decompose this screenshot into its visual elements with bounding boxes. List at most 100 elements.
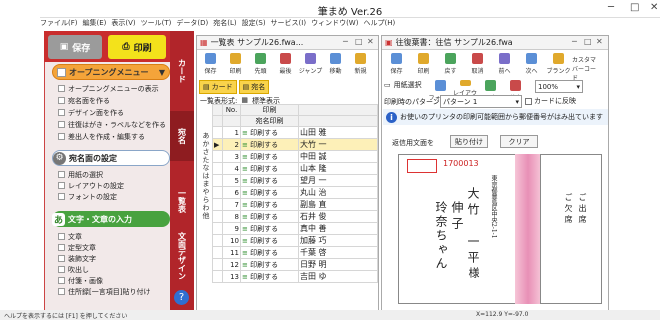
card-front-preview[interactable]: 1700013 東京都豊島区中央2-1-1 大竹 一平 伸子 玲奈ちゃん 様 xyxy=(398,154,516,304)
reply-minimize-icon[interactable]: ─ xyxy=(572,37,577,46)
toolbar-button[interactable]: 次へ xyxy=(518,51,545,79)
row-print-status[interactable]: ≡ 印刷する xyxy=(240,162,299,175)
paste-button[interactable]: 貼り付け xyxy=(450,135,488,148)
opening-menu-item[interactable]: 往復はがき・ラベルなどを作る xyxy=(58,119,166,130)
opening-menu-item[interactable]: 差出人を作成・編集する xyxy=(58,131,145,142)
table-row[interactable]: 6 ≡ 印刷する 丸山 治 xyxy=(212,186,378,199)
toolbar-button[interactable]: 前へ xyxy=(491,51,518,79)
clear-button[interactable]: クリア xyxy=(500,135,538,148)
minimize-icon[interactable]: ─ xyxy=(608,2,614,13)
table-row[interactable]: 8 ≡ 印刷する 石井 俊 xyxy=(212,210,378,223)
row-print-status[interactable]: ≡ 印刷する xyxy=(240,210,299,223)
toolbar-button[interactable]: 新規 xyxy=(348,51,373,79)
save-button[interactable]: ▣ 保存 xyxy=(48,35,102,59)
help-icon[interactable]: ? xyxy=(174,290,189,305)
pattern-select[interactable]: パターン 1 ▾ xyxy=(440,95,522,108)
row-print-status[interactable]: ≡ 印刷する xyxy=(240,270,299,283)
table-row[interactable]: 12 ≡ 印刷する 日野 明 xyxy=(212,258,378,271)
table-row[interactable]: 3 ≡ 印刷する 中田 誠 xyxy=(212,150,378,163)
menu-item[interactable]: 表示(V) xyxy=(111,19,135,27)
print-button[interactable]: ⎙ 印刷 xyxy=(108,35,166,59)
table-row[interactable]: 7 ≡ 印刷する 副島 直 xyxy=(212,198,378,211)
tab-address[interactable]: 宛名 xyxy=(170,111,194,161)
toolbar-button[interactable]: 最後 xyxy=(273,51,298,79)
text-input-header[interactable]: あ 文字・文章の入力 xyxy=(52,211,170,227)
toolbar-button[interactable]: 移動 xyxy=(323,51,348,79)
row-print-status[interactable]: ≡ 印刷する xyxy=(240,222,299,235)
table-row[interactable]: 11 ≡ 印刷する 千葉 啓 xyxy=(212,246,378,259)
address-settings-item[interactable]: 用紙の選択 xyxy=(58,169,103,180)
toolbar-icon xyxy=(499,53,510,64)
close-icon[interactable]: ✕ xyxy=(650,2,658,13)
menu-item[interactable]: ツール(T) xyxy=(141,19,172,27)
reply-maximize-icon[interactable]: □ xyxy=(584,37,592,46)
maximize-icon[interactable]: □ xyxy=(630,2,639,13)
row-print-status[interactable]: ≡ 印刷する xyxy=(240,246,299,259)
table-row[interactable]: ▶ 2 ≡ 印刷する 大竹 一 xyxy=(212,138,378,151)
toolbar-button[interactable]: 保存 xyxy=(198,51,223,79)
table-row[interactable]: 4 ≡ 印刷する 山本 隆 xyxy=(212,162,378,175)
row-print-status[interactable]: ≡ 印刷する xyxy=(240,126,299,139)
list-maximize-icon[interactable]: □ xyxy=(355,37,363,46)
address-settings-header[interactable]: ⚙ 宛名面の設定 xyxy=(52,150,170,166)
tab-address-toggle[interactable]: ▤ 宛名 xyxy=(238,80,270,94)
table-row[interactable]: 1 ≡ 印刷する 山田 雅 xyxy=(212,126,378,139)
table-row[interactable]: 9 ≡ 印刷する 真中 善 xyxy=(212,222,378,235)
row-print-status[interactable]: ≡ 印刷する xyxy=(240,198,299,211)
list-header-check[interactable] xyxy=(212,104,223,116)
toolbar-button[interactable]: 先頭 xyxy=(248,51,273,79)
list-header-no[interactable]: No. xyxy=(222,104,241,116)
menu-item[interactable]: ファイル(F) xyxy=(40,19,78,27)
list-header-name[interactable] xyxy=(298,104,378,116)
toolbar-button[interactable]: 印刷 xyxy=(410,51,437,79)
list-header-print[interactable]: 印刷 xyxy=(240,104,299,116)
opening-menu-item[interactable]: デザイン面を作る xyxy=(58,107,124,118)
toolbar-button[interactable]: 取消 xyxy=(464,51,491,79)
table-row[interactable]: 13 ≡ 印刷する 吉田 ゆ xyxy=(212,270,378,283)
toolbar-button[interactable]: カスタマバーコード xyxy=(572,51,599,82)
list-minimize-icon[interactable]: ─ xyxy=(343,37,348,46)
text-input-item[interactable]: 定型文章 xyxy=(58,242,96,253)
row-print-status[interactable]: ≡ 印刷する xyxy=(240,186,299,199)
menu-item[interactable]: 宛名(L) xyxy=(213,19,236,27)
row-print-status[interactable]: ≡ 印刷する xyxy=(240,138,299,151)
row-print-status[interactable]: ≡ 印刷する xyxy=(240,174,299,187)
toolbar-button[interactable]: 戻す xyxy=(437,51,464,79)
menu-item[interactable]: 編集(E) xyxy=(83,19,107,27)
address-settings-item[interactable]: フォントの設定 xyxy=(58,191,117,202)
text-input-item[interactable]: 付箋・画像 xyxy=(58,275,103,286)
tab-design[interactable]: 文面デザイン xyxy=(170,226,194,286)
paper-select-button[interactable]: ▭ 用紙選択 xyxy=(384,80,422,90)
table-row[interactable]: 5 ≡ 印刷する 望月 一 xyxy=(212,174,378,187)
row-print-status[interactable]: ≡ 印刷する xyxy=(240,258,299,271)
text-input-item[interactable]: 装飾文字 xyxy=(58,253,96,264)
menu-item[interactable]: 設定(S) xyxy=(242,19,266,27)
address-settings-item[interactable]: レイアウトの設定 xyxy=(58,180,124,191)
toolbar-button[interactable]: 印刷 xyxy=(223,51,248,79)
menu-item[interactable]: ヘルプ(H) xyxy=(363,19,395,27)
kana-index[interactable]: あかさたなはまやらわ他 xyxy=(201,132,211,220)
toolbar-button[interactable]: 保存 xyxy=(383,51,410,79)
reply-close-icon[interactable]: ✕ xyxy=(596,37,603,46)
row-print-status[interactable]: ≡ 印刷する xyxy=(240,150,299,163)
list-close-icon[interactable]: ✕ xyxy=(367,37,374,46)
menu-item[interactable]: サービス(I) xyxy=(271,19,307,27)
opening-menu-item[interactable]: 宛名面を作る xyxy=(58,95,110,106)
toolbar-button[interactable]: ブランク xyxy=(545,51,572,79)
zoom-select[interactable]: 100% ▾ xyxy=(535,80,583,93)
row-print-status[interactable]: ≡ 印刷する xyxy=(240,234,299,247)
tab-list[interactable]: 一覧表 xyxy=(170,176,194,226)
opening-menu-item[interactable]: オープニングメニューの表示 xyxy=(58,83,159,94)
table-row[interactable]: 10 ≡ 印刷する 加藤 巧 xyxy=(212,234,378,247)
menu-item[interactable]: ウィンドウ(W) xyxy=(311,19,358,27)
menu-item[interactable]: データ(D) xyxy=(176,19,208,27)
card-reflect-checkbox[interactable]: カードに反映 xyxy=(525,96,576,106)
tab-card[interactable]: カード xyxy=(170,51,194,91)
text-input-item[interactable]: 吹出し xyxy=(58,264,89,275)
card-reply-preview[interactable]: ご出席 ご欠席 xyxy=(540,154,602,304)
text-input-item[interactable]: 住所録[一言項目]貼り付け xyxy=(58,286,150,297)
text-input-item[interactable]: 文章 xyxy=(58,231,82,242)
tab-card-toggle[interactable]: ▤ カード xyxy=(199,80,237,94)
toolbar-button[interactable]: ジャンプ xyxy=(298,51,323,79)
opening-menu-header[interactable]: オープニングメニュー ▼ xyxy=(52,64,170,80)
